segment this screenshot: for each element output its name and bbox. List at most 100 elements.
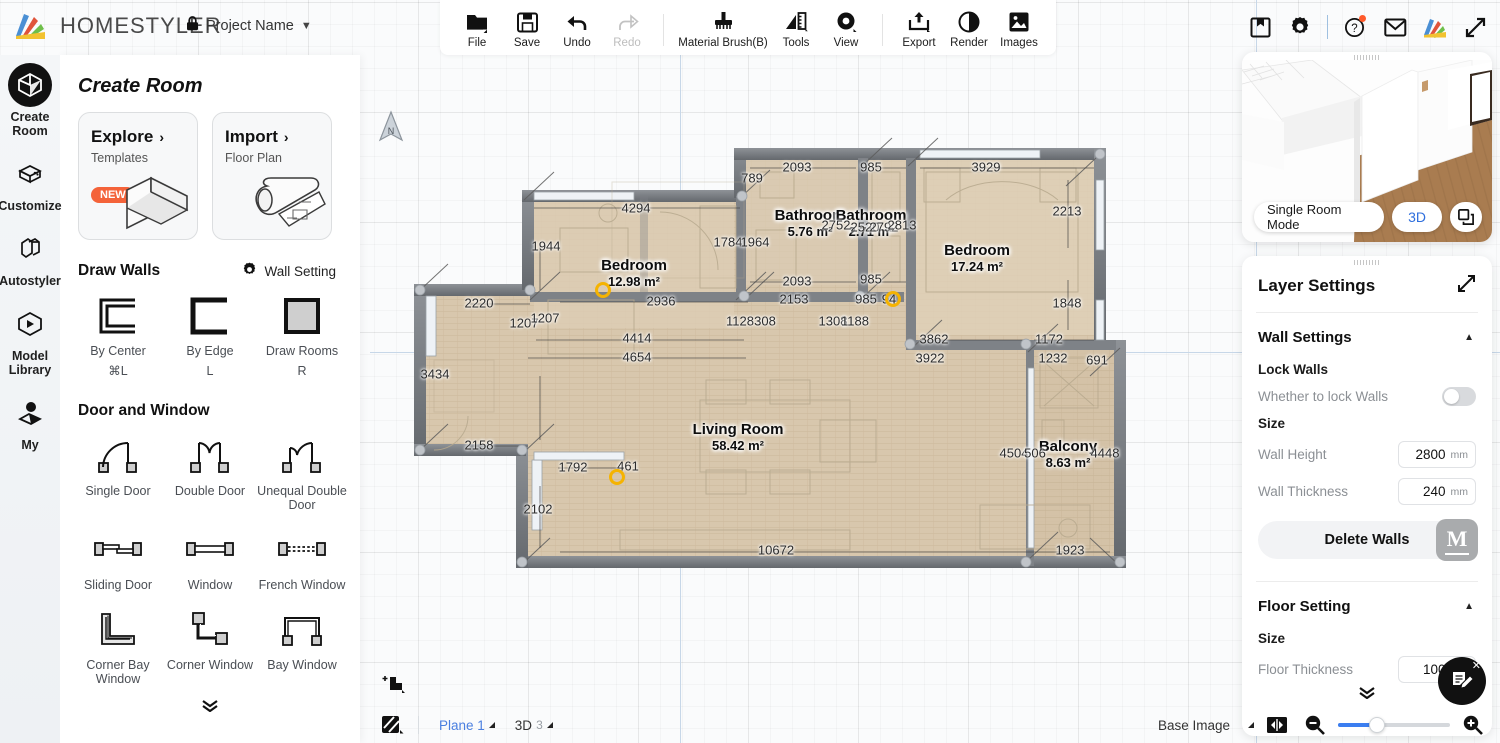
fit-screen-icon[interactable] — [1262, 712, 1292, 738]
corner-window-item[interactable]: Corner Window — [164, 594, 256, 688]
wall-node-handle[interactable] — [595, 282, 611, 298]
dimension-label[interactable]: 1944 — [532, 239, 561, 254]
dimension-label[interactable]: 1172 — [1035, 332, 1063, 347]
expand-diagonal-icon[interactable] — [1457, 274, 1476, 298]
dimension-label[interactable]: 985 — [855, 292, 877, 307]
dimension-label[interactable]: 1232 — [1039, 351, 1068, 366]
delete-walls-button[interactable]: Delete Walls M — [1258, 519, 1478, 561]
wall-height-input[interactable]: 2800 mm — [1398, 441, 1476, 468]
tool-images[interactable]: Images — [994, 4, 1044, 49]
dimension-label[interactable]: 2813 — [888, 218, 917, 233]
zoom-in-icon[interactable] — [1458, 712, 1488, 738]
dimension-label[interactable]: 691 — [1086, 353, 1108, 368]
gear-icon[interactable] — [1283, 10, 1317, 44]
room-label[interactable]: Bedroom 17.24 m² — [907, 242, 1047, 274]
dimension-label[interactable]: 4448 — [1091, 446, 1120, 461]
dimension-label[interactable]: 2093 — [783, 160, 812, 175]
hatch-pattern-icon[interactable] — [378, 712, 408, 738]
compass-icon[interactable]: N — [378, 110, 404, 149]
dimension-label[interactable]: 4654 — [623, 350, 652, 365]
draw-rooms[interactable]: Draw Rooms R — [256, 280, 348, 380]
dimension-label[interactable]: 1207 — [531, 311, 560, 326]
wall-node-handle[interactable] — [609, 469, 625, 485]
help-question-icon[interactable]: ? — [1338, 10, 1372, 44]
dimension-label[interactable]: 506 — [1024, 446, 1046, 461]
dimension-label[interactable]: 1923 — [1056, 543, 1085, 558]
zoom-slider[interactable] — [1338, 717, 1450, 733]
tool-view[interactable]: View — [821, 4, 871, 49]
tool-material-brush[interactable]: Material Brush(B) — [675, 4, 771, 49]
sidebar-item-my[interactable]: My — [0, 391, 60, 452]
dimension-label[interactable]: 1188 — [841, 314, 869, 329]
close-icon[interactable]: ✕ — [1472, 659, 1481, 672]
wall-node-handle[interactable] — [885, 291, 901, 307]
tool-export[interactable]: Export — [894, 4, 944, 49]
tool-save[interactable]: Save — [502, 4, 552, 49]
dimension-label[interactable]: 2220 — [465, 296, 494, 311]
sidebar-item-create-room[interactable]: Create Room — [0, 63, 60, 138]
tool-render[interactable]: Render — [944, 4, 994, 49]
view-mode-3d-button[interactable]: 3D — [1392, 202, 1442, 232]
dimension-label[interactable]: 3434 — [421, 367, 450, 382]
mail-envelope-icon[interactable] — [1378, 10, 1412, 44]
dimension-label[interactable]: 789 — [741, 171, 763, 186]
tool-redo[interactable]: Redo — [602, 4, 652, 49]
french-window-item[interactable]: French Window — [256, 514, 348, 594]
room-label[interactable]: Living Room 58.42 m² — [668, 421, 808, 453]
wall-settings-section-header[interactable]: Wall Settings ▲ — [1242, 313, 1492, 352]
dimension-label[interactable]: 2093 — [783, 274, 812, 289]
palette-logo-icon[interactable] — [1418, 10, 1452, 44]
room-label[interactable]: Bedroom 12.98 m² — [564, 257, 704, 289]
base-image-selector[interactable]: Base Image — [1148, 718, 1240, 733]
plane-selector[interactable]: Plane 1 — [429, 718, 505, 733]
sliding-door-item[interactable]: Sliding Door — [72, 514, 164, 594]
panel-drag-handle[interactable] — [1354, 55, 1380, 60]
double-door-item[interactable]: Double Door — [164, 420, 256, 514]
dimension-label[interactable]: 1792 — [559, 460, 588, 475]
dimension-label[interactable]: 4294 — [622, 201, 651, 216]
floor-setting-section-header[interactable]: Floor Setting ▲ — [1242, 582, 1492, 621]
view-3d-selector[interactable]: 3D 3 — [505, 718, 563, 733]
fullscreen-expand-icon[interactable] — [1458, 10, 1492, 44]
feedback-button[interactable]: ✕ — [1438, 657, 1486, 705]
lock-walls-toggle[interactable] — [1442, 387, 1476, 406]
dimension-label[interactable]: 2213 — [1053, 204, 1082, 219]
wall-setting-button[interactable]: Wall Setting — [242, 262, 336, 280]
sidebar-item-model-library[interactable]: Model Library — [0, 302, 60, 377]
add-level-icon[interactable] — [382, 672, 406, 701]
dimension-label[interactable]: 1964 — [741, 235, 770, 250]
dimension-label[interactable]: 3922 — [916, 351, 945, 366]
dimension-label[interactable]: 3929 — [972, 160, 1001, 175]
sidebar-item-autostyler[interactable]: Autostyler — [0, 227, 61, 288]
dropdown-corner-icon-3[interactable] — [1248, 722, 1254, 728]
corner-bay-window-item[interactable]: Corner Bay Window — [72, 594, 164, 688]
tool-file[interactable]: File — [452, 4, 502, 49]
dimension-label[interactable]: 1848 — [1053, 296, 1082, 311]
wall-thickness-input[interactable]: 240 mm — [1398, 478, 1476, 505]
single-room-mode-button[interactable]: Single Room Mode — [1254, 202, 1385, 232]
save-archive-icon[interactable] — [1243, 10, 1277, 44]
panel-collapse-toggle[interactable] — [60, 688, 360, 712]
dimension-label[interactable]: 1784 — [714, 235, 743, 250]
draw-wall-by-edge[interactable]: By Edge L — [164, 280, 256, 380]
zoom-slider-handle[interactable] — [1369, 717, 1385, 733]
import-floorplan-card[interactable]: Import › Floor Plan — [212, 112, 332, 240]
dimension-label[interactable]: 985 — [860, 160, 882, 175]
tool-tools[interactable]: Tools — [771, 4, 821, 49]
dimension-label[interactable]: 10672 — [758, 543, 794, 558]
dimension-label[interactable]: 2102 — [524, 502, 553, 517]
dimension-label[interactable]: 985 — [860, 272, 882, 287]
tool-undo[interactable]: Undo — [552, 4, 602, 49]
explore-templates-card[interactable]: Explore › Templates NEW — [78, 112, 198, 240]
window-item[interactable]: Window — [164, 514, 256, 594]
layer-panel-drag-handle[interactable] — [1354, 260, 1380, 265]
single-door-item[interactable]: Single Door — [72, 420, 164, 514]
preview-3d-panel[interactable]: Single Room Mode 3D — [1242, 52, 1492, 242]
dimension-label[interactable]: 2158 — [465, 438, 494, 453]
dimension-label[interactable]: 2936 — [647, 294, 676, 309]
dimension-label[interactable]: 2752 — [822, 218, 851, 233]
dimension-label[interactable]: 2153 — [780, 292, 809, 307]
zoom-out-icon[interactable] — [1300, 712, 1330, 738]
draw-wall-by-center[interactable]: By Center ⌘L — [72, 280, 164, 380]
dimension-label[interactable]: 308 — [754, 314, 776, 329]
